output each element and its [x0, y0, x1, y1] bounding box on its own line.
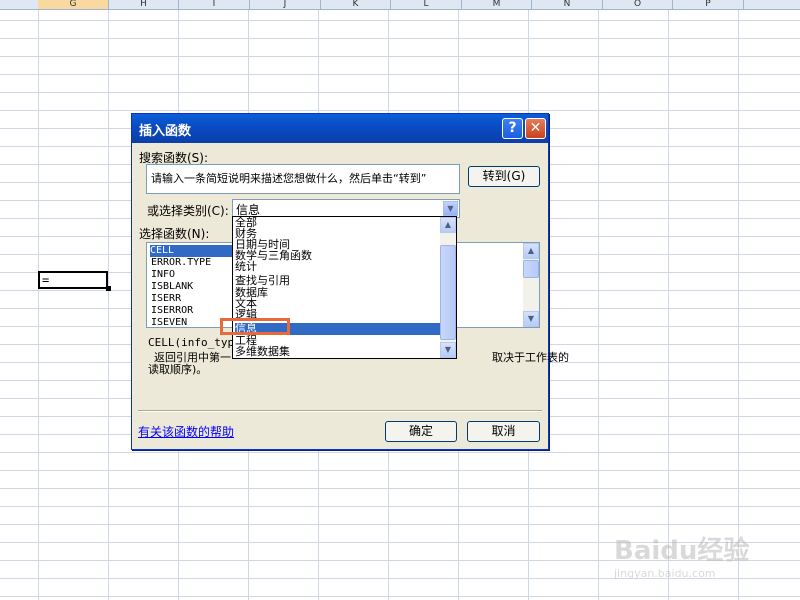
chevron-down-icon[interactable]: ▼ — [523, 311, 539, 327]
chevron-down-icon[interactable]: ▼ — [440, 342, 456, 358]
column-header-o[interactable]: O — [603, 0, 673, 9]
ok-button[interactable]: 确定 — [385, 421, 457, 442]
category-dropdown-list[interactable]: 全部 财务 日期与时间 数学与三角函数 统计 查找与引用 数据库 文本 逻辑 信… — [232, 216, 457, 359]
list-item[interactable]: ERROR.TYPE — [151, 257, 211, 269]
dialog-title: 插入函数 — [139, 124, 192, 139]
column-header-row: G H I J K L M N O P — [0, 0, 800, 10]
divider — [138, 410, 542, 412]
column-header-g[interactable]: G — [38, 0, 109, 9]
column-header-n[interactable]: N — [532, 0, 603, 9]
column-header-i[interactable]: I — [179, 0, 250, 9]
list-item[interactable]: ISEVEN — [151, 317, 187, 327]
active-cell[interactable]: = — [38, 271, 108, 289]
watermark-url: jingyan.baidu.com — [614, 567, 716, 580]
cancel-button[interactable]: 取消 — [467, 421, 540, 442]
category-option[interactable]: 多维数据集 — [235, 346, 440, 358]
category-list-scrollbar[interactable]: ▲ ▼ — [440, 217, 456, 358]
chevron-down-icon[interactable]: ▼ — [443, 201, 458, 216]
dialog-title-bar[interactable]: 插入函数 ? ✕ — [132, 114, 548, 143]
question-icon[interactable]: ? — [502, 118, 523, 139]
function-label: 选择函数(N): — [139, 227, 210, 241]
column-header-m[interactable]: M — [462, 0, 532, 9]
function-help-link[interactable]: 有关该函数的帮助 — [138, 423, 234, 440]
function-description-tail: 取决于工作表的 — [492, 351, 569, 364]
chevron-up-icon[interactable]: ▲ — [523, 243, 539, 259]
close-icon[interactable]: ✕ — [525, 118, 546, 139]
list-item[interactable]: ISERROR — [151, 305, 193, 317]
column-header-h[interactable]: H — [109, 0, 179, 9]
function-signature: CELL(info_typ — [148, 336, 235, 349]
category-label: 或选择类别(C): — [147, 204, 229, 218]
function-list-scrollbar[interactable]: ▲ ▼ — [523, 243, 539, 327]
column-header-k[interactable]: K — [321, 0, 391, 9]
search-input[interactable]: 请输入一条简短说明来描述您想做什么，然后单击“转到” — [146, 164, 460, 194]
baidu-watermark: Baidu经验 jingyan.baidu.com — [614, 530, 749, 580]
column-header-p[interactable]: P — [673, 0, 744, 9]
list-item[interactable]: ISBLANK — [151, 281, 193, 293]
highlight-annotation-box — [220, 318, 290, 335]
chevron-up-icon[interactable]: ▲ — [440, 217, 456, 233]
scrollbar-thumb[interactable] — [523, 260, 539, 278]
column-header-j[interactable]: J — [250, 0, 321, 9]
function-description-line2: 读取顺序)。 — [148, 363, 208, 376]
cell-formula-text: = — [42, 273, 50, 287]
scrollbar-thumb[interactable] — [440, 245, 456, 340]
list-item[interactable]: ISERR — [151, 293, 181, 305]
list-item[interactable]: INFO — [151, 269, 175, 281]
category-option[interactable]: 统计 — [235, 261, 440, 273]
column-header-l[interactable]: L — [391, 0, 462, 9]
fill-handle[interactable] — [106, 286, 111, 291]
watermark-logo: Baidu经验 — [614, 536, 750, 566]
goto-button[interactable]: 转到(G) — [468, 166, 540, 187]
